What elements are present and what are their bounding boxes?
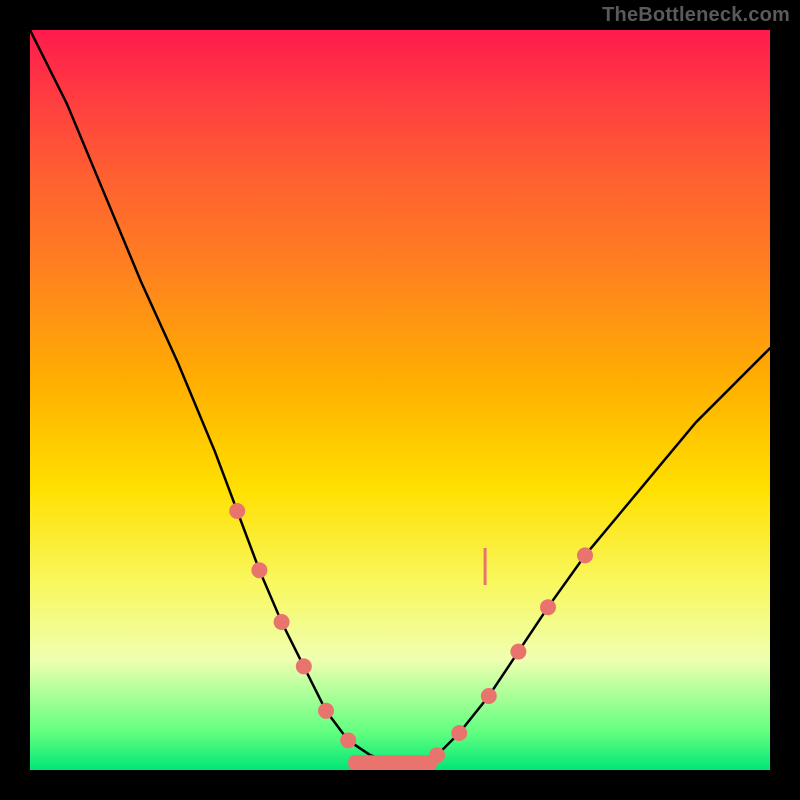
valley-band [348,755,437,770]
highlight-dot [251,562,267,578]
bottleneck-curve [30,30,770,763]
highlight-dot [577,547,593,563]
highlight-dot [451,725,467,741]
highlight-dot [540,599,556,615]
highlight-dot [481,688,497,704]
highlight-dot [510,644,526,660]
chart-overlay-svg [30,30,770,770]
highlight-dots [229,503,593,763]
highlight-dot [296,658,312,674]
highlight-dot [340,732,356,748]
highlight-dot [274,614,290,630]
highlight-dot [229,503,245,519]
watermark-label: TheBottleneck.com [602,4,790,27]
highlight-dot [429,747,445,763]
chart-plot-area [30,30,770,770]
highlight-dot [318,703,334,719]
chart-frame: TheBottleneck.com [0,0,800,800]
